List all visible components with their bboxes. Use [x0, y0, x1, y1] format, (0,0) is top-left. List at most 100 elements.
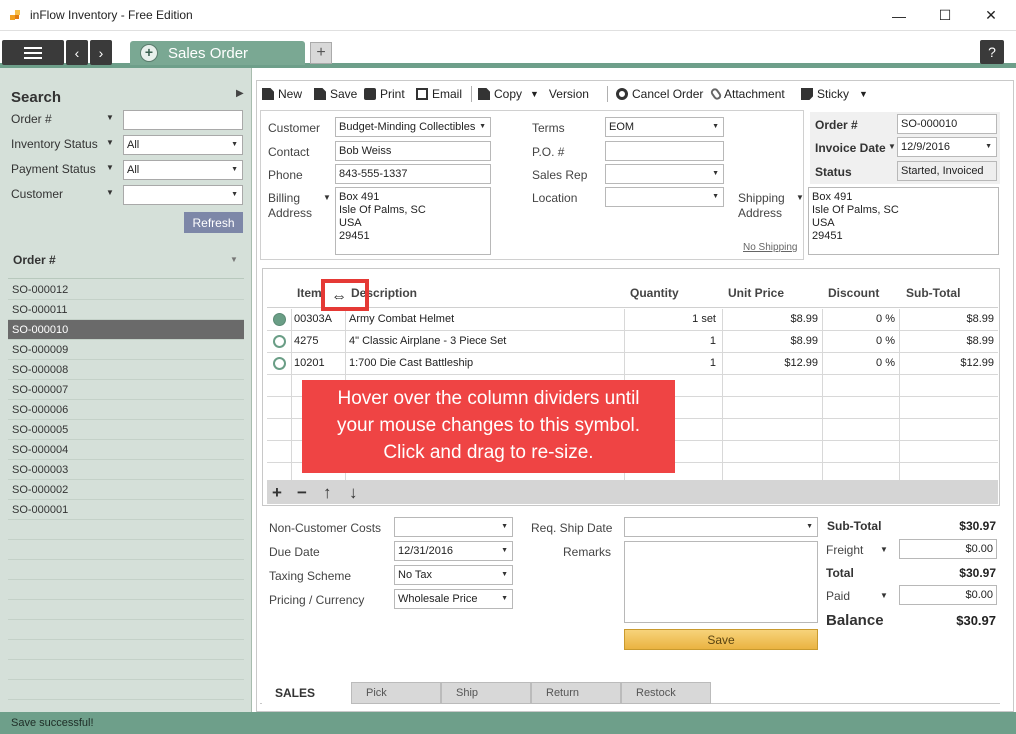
filter-customer-select[interactable]: ▼: [123, 185, 243, 205]
close-button[interactable]: ✕: [968, 0, 1014, 31]
tab-return[interactable]: Return: [531, 682, 621, 704]
cell-unit-price: $8.99: [790, 313, 818, 325]
table-row[interactable]: 10201 1:700 Die Cast Battleship 1 $12.99…: [267, 353, 998, 375]
new-button[interactable]: New: [262, 87, 302, 101]
phone-input[interactable]: 843-555-1337: [335, 164, 491, 184]
version-label: Version: [548, 87, 589, 101]
add-tab-button[interactable]: +: [310, 42, 332, 64]
non-customer-costs-select[interactable]: ▼: [394, 517, 513, 537]
remove-row-icon[interactable]: −: [297, 483, 307, 503]
order-row[interactable]: SO-000008: [8, 360, 244, 380]
total-value: $30.97: [959, 566, 996, 580]
table-row[interactable]: 00303A Army Combat Helmet 1 set $8.99 0 …: [267, 309, 998, 331]
collapse-panel-icon[interactable]: ▶: [236, 88, 244, 99]
attachment-button[interactable]: Attachment: [709, 86, 785, 102]
paid-input[interactable]: $0.00: [899, 585, 997, 605]
column-header-quantity[interactable]: Quantity: [630, 286, 679, 300]
minimize-button[interactable]: —: [876, 0, 922, 31]
column-header-discount[interactable]: Discount: [828, 286, 879, 300]
column-divider[interactable]: [291, 309, 292, 480]
move-up-icon[interactable]: ↑: [323, 483, 332, 503]
tab-restock[interactable]: Restock: [621, 682, 711, 704]
order-row[interactable]: SO-000007: [8, 380, 244, 400]
order-row[interactable]: SO-000012: [8, 280, 244, 300]
order-row[interactable]: SO-000002: [8, 480, 244, 500]
sales-rep-select[interactable]: ▼: [605, 164, 724, 184]
filter-order-input[interactable]: [123, 110, 243, 130]
table-row[interactable]: 4275 4" Classic Airplane - 3 Piece Set 1…: [267, 331, 998, 353]
filter-inventory-status-select[interactable]: All ▼: [123, 135, 243, 155]
filter-customer-dropdown-icon[interactable]: ▼: [106, 188, 114, 197]
save-button[interactable]: Save: [624, 629, 818, 650]
location-select[interactable]: ▼: [605, 187, 724, 207]
row-selected-radio-icon[interactable]: [273, 313, 286, 326]
help-button[interactable]: ?: [980, 40, 1004, 64]
tab-pick[interactable]: Pick: [351, 682, 441, 704]
no-shipping-link[interactable]: No Shipping: [743, 242, 797, 253]
billing-address-field[interactable]: Box 491 Isle Of Palms, SC USA 29451: [335, 187, 491, 255]
tab-sales[interactable]: SALES: [262, 682, 351, 704]
copy-button[interactable]: Copy: [478, 87, 522, 101]
column-divider[interactable]: [899, 309, 900, 480]
menu-button[interactable]: [2, 40, 64, 65]
tab-ship[interactable]: Ship: [441, 682, 531, 704]
row-radio-icon[interactable]: [273, 357, 286, 370]
email-button[interactable]: Email: [416, 87, 462, 101]
freight-input[interactable]: $0.00: [899, 539, 997, 559]
filter-inventory-status-dropdown-icon[interactable]: ▼: [106, 138, 114, 147]
order-row[interactable]: SO-000003: [8, 460, 244, 480]
save-toolbar-button[interactable]: Save: [314, 87, 357, 101]
order-row[interactable]: SO-000005: [8, 420, 244, 440]
taxing-scheme-select[interactable]: No Tax ▼: [394, 565, 513, 585]
shipping-line: USA: [812, 217, 835, 229]
column-divider[interactable]: [722, 309, 723, 480]
req-ship-date-select[interactable]: ▼: [624, 517, 818, 537]
po-input[interactable]: [605, 141, 724, 161]
column-header-unit-price[interactable]: Unit Price: [728, 286, 784, 300]
invoice-date-select[interactable]: 12/9/2016 ▼: [897, 137, 997, 157]
hamburger-icon: [24, 46, 42, 59]
maximize-button[interactable]: ☐: [922, 0, 968, 31]
filter-order-dropdown-icon[interactable]: ▼: [106, 113, 114, 122]
order-row[interactable]: SO-000004: [8, 440, 244, 460]
shipping-dropdown-icon[interactable]: ▼: [796, 193, 804, 202]
order-row[interactable]: SO-000009: [8, 340, 244, 360]
due-date-select[interactable]: 12/31/2016 ▼: [394, 541, 513, 561]
cell-item: 10201: [294, 357, 325, 369]
invoice-date-dropdown-icon[interactable]: ▼: [888, 142, 896, 151]
version-button[interactable]: ▼ Version: [530, 87, 589, 101]
filter-payment-status-dropdown-icon[interactable]: ▼: [106, 163, 114, 172]
back-button[interactable]: ‹: [66, 40, 88, 65]
contact-input[interactable]: Bob Weiss: [335, 141, 491, 161]
row-radio-icon[interactable]: [273, 335, 286, 348]
column-header-item[interactable]: Item: [297, 286, 322, 300]
filter-payment-status-select[interactable]: All ▼: [123, 160, 243, 180]
refresh-button[interactable]: Refresh: [184, 212, 243, 233]
move-down-icon[interactable]: ↓: [349, 483, 358, 503]
order-no-input[interactable]: SO-000010: [897, 114, 997, 134]
shipping-address-field[interactable]: Box 491 Isle Of Palms, SC USA 29451: [808, 187, 999, 255]
pricing-currency-select[interactable]: Wholesale Price ▼: [394, 589, 513, 609]
sort-icon[interactable]: ▼: [230, 255, 238, 264]
paid-dropdown-icon[interactable]: ▼: [880, 591, 888, 600]
customer-select[interactable]: Budget-Minding Collectibles ▼: [335, 117, 491, 137]
remarks-textarea[interactable]: [624, 541, 818, 623]
order-list-header-label[interactable]: Order #: [13, 253, 56, 267]
column-header-subtotal[interactable]: Sub-Total: [906, 286, 960, 300]
order-row-selected[interactable]: SO-000010: [8, 320, 244, 340]
sticky-button[interactable]: Sticky ▼: [801, 87, 868, 101]
terms-select[interactable]: EOM ▼: [605, 117, 724, 137]
order-row[interactable]: SO-000006: [8, 400, 244, 420]
cell-quantity: 1 set: [692, 313, 716, 325]
due-date-label: Due Date: [269, 545, 320, 559]
print-button[interactable]: Print: [364, 87, 405, 101]
freight-label: Freight: [826, 543, 864, 557]
billing-dropdown-icon[interactable]: ▼: [323, 193, 331, 202]
column-divider[interactable]: [822, 309, 823, 480]
freight-dropdown-icon[interactable]: ▼: [880, 545, 888, 554]
forward-button[interactable]: ›: [90, 40, 112, 65]
add-row-icon[interactable]: +: [272, 483, 282, 503]
cancel-order-button[interactable]: Cancel Order: [616, 87, 703, 101]
order-row[interactable]: SO-000011: [8, 300, 244, 320]
order-row[interactable]: SO-000001: [8, 500, 244, 520]
